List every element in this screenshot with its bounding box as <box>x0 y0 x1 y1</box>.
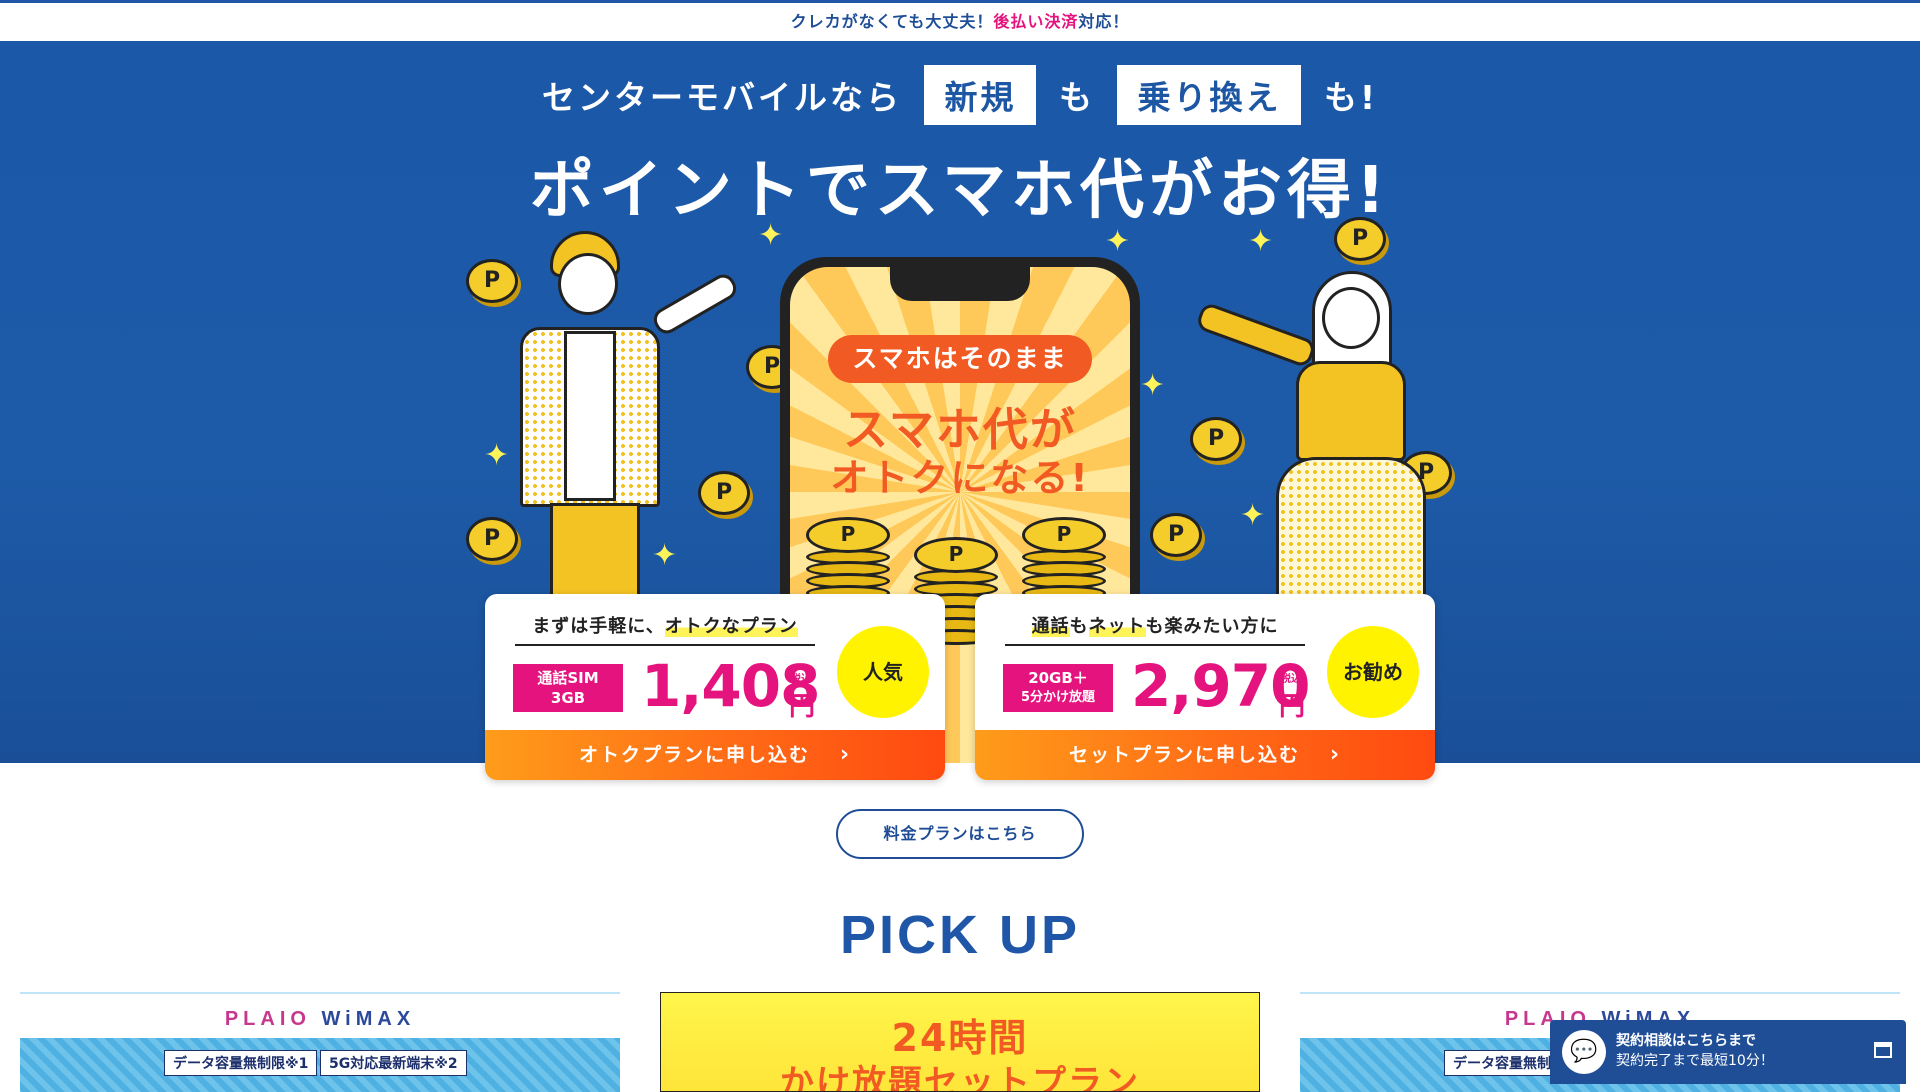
apply-otoku-plan-button[interactable]: オトクプランに申し込む › <box>485 730 945 780</box>
plan-badge: 通話SIM 3GB <box>513 664 623 712</box>
banner-24h-line1: 24時間 <box>891 1016 1029 1060</box>
plan-badge: 20GB＋ 5分かけ放題 <box>1003 664 1113 712</box>
wimax-banner[interactable]: PLAIO WiMAX データ容量無制限※1 5G対応最新端末※2 <box>20 992 620 1092</box>
yen-label: 円 <box>789 692 816 722</box>
chat-window-toggle-icon[interactable] <box>1874 1042 1892 1058</box>
banner-24h-line2: かけ放題セットプラン <box>780 1063 1140 1092</box>
pickup-title: PICK UP <box>839 905 1081 965</box>
heading-highlight: オトクなプラン <box>664 616 798 637</box>
chat-widget[interactable]: 💬 契約相談はこちらまで 契約完了まで最短10分！ <box>1550 1020 1906 1084</box>
hero-headline: センターモバイルなら 新規 も 乗り換え も! <box>0 65 1920 125</box>
headline-box-new: 新規 <box>924 65 1037 125</box>
popular-badge: 人気 <box>837 626 929 718</box>
plan-card-heading: まずは手軽に、オトクなプラン <box>515 612 815 646</box>
chat-bubble-icon: 💬 <box>1562 1030 1606 1074</box>
heading-text: も楽みたい方に <box>1145 616 1279 637</box>
yen-label: 円 <box>1279 692 1306 722</box>
notice-text-a: クレカがなくても大丈夫！ <box>790 12 994 31</box>
hero-banner: センターモバイルなら 新規 も 乗り換え も! ポイントでスマホ代がお得! ✦ … <box>0 41 1920 763</box>
wimax-logo: PLAIO WiMAX <box>224 1008 416 1030</box>
recommend-badge: お勧め <box>1327 626 1419 718</box>
top-notice-text: クレカがなくても大丈夫！後払い決済対応！ <box>0 3 1920 41</box>
tax-label: 税込 <box>1281 674 1301 685</box>
heading-highlight: 通話 <box>1031 616 1070 637</box>
hero-title: ポイントでスマホ代がお得! <box>529 154 1391 228</box>
man-illustration <box>480 231 741 653</box>
chat-subtitle: 契約完了まで最短10分！ <box>1616 1053 1774 1069</box>
sparkle-icon: ✦ <box>1105 224 1131 259</box>
plan-card-set: 通話もネットも楽みたい方に 20GB＋ 5分かけ放題 2,970 税込 円 お勧… <box>975 594 1435 780</box>
badge-line1: 20GB＋ <box>1028 669 1088 687</box>
phone-pill-label: スマホはそのまま <box>828 335 1092 383</box>
button-label: オトクプランに申し込む <box>578 744 810 766</box>
heading-text: も <box>1069 616 1089 637</box>
chevron-right-icon: › <box>1329 742 1342 767</box>
point-coin-icon: P <box>1334 217 1386 261</box>
button-label: セットプランに申し込む <box>1068 744 1300 766</box>
plan-card-otoku: まずは手軽に、オトクなプラン 通話SIM 3GB 1,408 税込 円 人気 オ… <box>485 594 945 780</box>
phone-notch <box>890 267 1030 301</box>
sparkle-icon: ✦ <box>1140 368 1166 403</box>
sparkle-icon: ✦ <box>1248 224 1274 259</box>
badge-line1: 通話SIM <box>537 669 599 687</box>
sparkle-icon: ✦ <box>758 218 784 253</box>
man-raised-arm <box>649 270 741 338</box>
wimax-tag-unlimited: データ容量無制限※1 <box>164 1050 318 1076</box>
man-head <box>558 253 618 315</box>
woman-head <box>1322 287 1380 349</box>
woman-raised-arm <box>1194 301 1318 369</box>
heading-text: まずは手軽に、 <box>532 616 665 637</box>
top-notice-bar: クレカがなくても大丈夫！後払い決済対応！ <box>0 0 1920 41</box>
price-plans-link[interactable]: 料金プランはこちら <box>836 809 1084 859</box>
woman-top <box>1296 361 1406 461</box>
notice-text-b: 対応！ <box>1078 12 1130 31</box>
notice-accent: 後払い決済 <box>993 12 1079 31</box>
headline-box-switch: 乗り換え <box>1117 65 1302 125</box>
call-unlimited-banner[interactable]: 24時間 かけ放題セットプラン <box>660 992 1260 1092</box>
chevron-right-icon: › <box>839 742 852 767</box>
man-shirt <box>564 331 616 501</box>
phone-copy-line2: オトクになる! <box>830 456 1090 500</box>
badge-line2: 5分かけ放題 <box>1020 690 1096 705</box>
headline-text-c: も! <box>1323 78 1379 117</box>
headline-text-a: センターモバイルなら <box>541 78 902 117</box>
plan-card-heading: 通話もネットも楽みたい方に <box>1005 612 1305 646</box>
headline-text-b: も <box>1058 78 1095 117</box>
apply-set-plan-button[interactable]: セットプランに申し込む › <box>975 730 1435 780</box>
chat-title: 契約相談はこちらまで <box>1616 1033 1756 1049</box>
badge-line2: 3GB <box>550 689 586 707</box>
wimax-tag-5g: 5G対応最新端末※2 <box>320 1050 467 1076</box>
heading-highlight: ネット <box>1088 616 1146 637</box>
tax-label: 税込 <box>791 674 811 685</box>
